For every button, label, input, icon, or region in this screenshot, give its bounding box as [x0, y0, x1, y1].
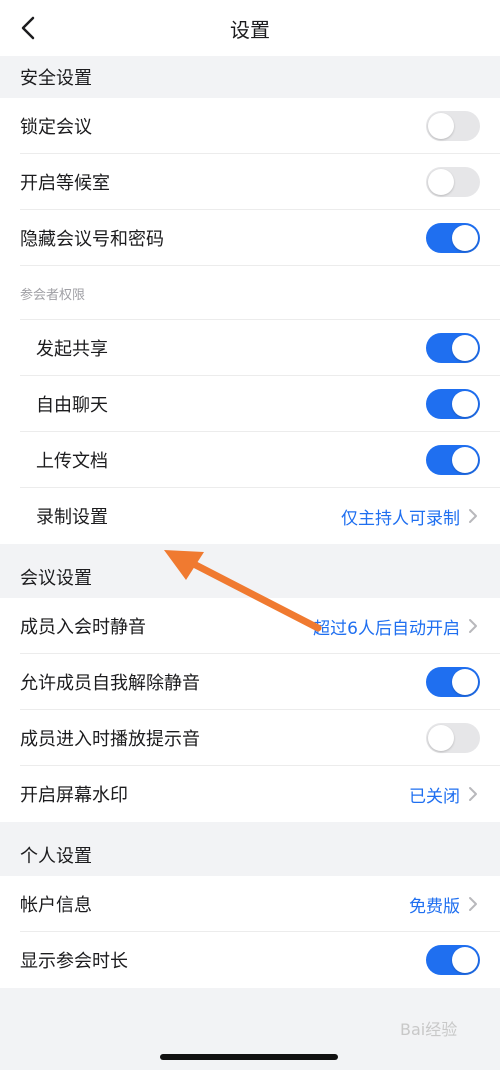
show-duration-toggle[interactable] [426, 945, 480, 975]
row-free-chat: 自由聊天 [0, 376, 500, 432]
hide-meeting-id-toggle[interactable] [426, 223, 480, 253]
chevron-right-icon [468, 896, 480, 912]
start-sharing-toggle[interactable] [426, 333, 480, 363]
row-allow-unmute: 允许成员自我解除静音 [0, 654, 500, 710]
chevron-left-icon [21, 16, 35, 40]
row-label: 自由聊天 [36, 395, 108, 416]
toggle-knob [428, 113, 454, 139]
toggle-knob [428, 169, 454, 195]
toggle-knob [452, 669, 478, 695]
allow-unmute-toggle[interactable] [426, 667, 480, 697]
watermark-logo: Bai经验 [400, 1020, 458, 1039]
row-label: 显示参会时长 [20, 951, 128, 972]
row-label: 帐户信息 [20, 895, 92, 916]
row-upload-docs: 上传文档 [0, 432, 500, 488]
row-join-sound: 成员进入时播放提示音 [0, 710, 500, 766]
security-group: 锁定会议 开启等候室 隐藏会议号和密码 参会者权限 发起共享 自由聊天 上传文档… [0, 98, 500, 544]
toggle-knob [452, 225, 478, 251]
chevron-right-icon [468, 786, 480, 802]
row-mute-on-join[interactable]: 成员入会时静音 超过6人后自动开启 [0, 598, 500, 654]
toggle-knob [452, 947, 478, 973]
row-hide-meeting-id: 隐藏会议号和密码 [0, 210, 500, 266]
mute-on-join-value: 超过6人后自动开启 [313, 614, 480, 639]
back-button[interactable] [14, 14, 42, 42]
toggle-knob [428, 725, 454, 751]
toggle-knob [452, 447, 478, 473]
chevron-right-icon [468, 618, 480, 634]
account-value-text: 免费版 [409, 896, 460, 917]
lock-meeting-toggle[interactable] [426, 111, 480, 141]
row-show-duration: 显示参会时长 [0, 932, 500, 988]
waiting-room-toggle[interactable] [426, 167, 480, 197]
section-header-personal: 个人设置 [0, 822, 500, 876]
row-start-sharing: 发起共享 [0, 320, 500, 376]
row-label: 上传文档 [36, 451, 108, 472]
section-header-meeting: 会议设置 [0, 544, 500, 598]
navigation-bar: 设置 [0, 0, 500, 56]
recording-value: 仅主持人可录制 [341, 504, 480, 529]
row-label: 隐藏会议号和密码 [20, 229, 164, 250]
section-header-security: 安全设置 [0, 56, 500, 98]
personal-group: 帐户信息 免费版 显示参会时长 [0, 876, 500, 988]
permissions-subheader: 参会者权限 [0, 266, 500, 320]
row-recording-settings[interactable]: 录制设置 仅主持人可录制 [0, 488, 500, 544]
row-lock-meeting: 锁定会议 [0, 98, 500, 154]
row-label: 锁定会议 [20, 117, 92, 138]
toggle-knob [452, 335, 478, 361]
row-waiting-room: 开启等候室 [0, 154, 500, 210]
toggle-knob [452, 391, 478, 417]
screen-watermark-value-text: 已关闭 [409, 786, 460, 807]
chevron-right-icon [468, 508, 480, 524]
join-sound-toggle[interactable] [426, 723, 480, 753]
row-label: 成员入会时静音 [20, 617, 146, 638]
row-label: 开启等候室 [20, 173, 110, 194]
row-label: 成员进入时播放提示音 [20, 729, 200, 750]
mute-on-join-value-text: 超过6人后自动开启 [313, 618, 460, 639]
row-label: 录制设置 [36, 507, 108, 528]
row-label: 开启屏幕水印 [20, 785, 128, 806]
free-chat-toggle[interactable] [426, 389, 480, 419]
meeting-group: 成员入会时静音 超过6人后自动开启 允许成员自我解除静音 成员进入时播放提示音 … [0, 598, 500, 822]
screen-watermark-value: 已关闭 [409, 782, 480, 807]
upload-docs-toggle[interactable] [426, 445, 480, 475]
account-value: 免费版 [409, 892, 480, 917]
row-screen-watermark[interactable]: 开启屏幕水印 已关闭 [0, 766, 500, 822]
page-title: 设置 [230, 17, 270, 42]
row-account-info[interactable]: 帐户信息 免费版 [0, 876, 500, 932]
home-indicator [160, 1054, 338, 1060]
row-label: 发起共享 [36, 339, 108, 360]
recording-value-text: 仅主持人可录制 [341, 508, 460, 529]
row-label: 允许成员自我解除静音 [20, 673, 200, 694]
